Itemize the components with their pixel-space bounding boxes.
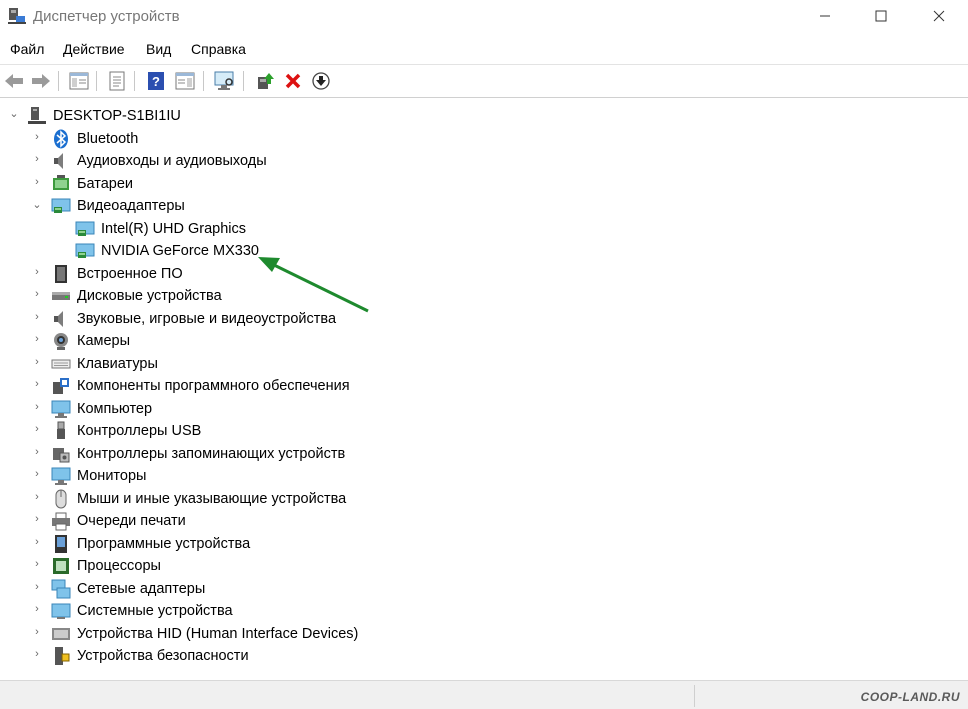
status-bar: COOP-LAND.RU xyxy=(0,680,968,709)
status-divider xyxy=(694,685,695,707)
watermark: COOP-LAND.RU xyxy=(860,690,960,704)
annotation-arrow xyxy=(258,257,369,313)
